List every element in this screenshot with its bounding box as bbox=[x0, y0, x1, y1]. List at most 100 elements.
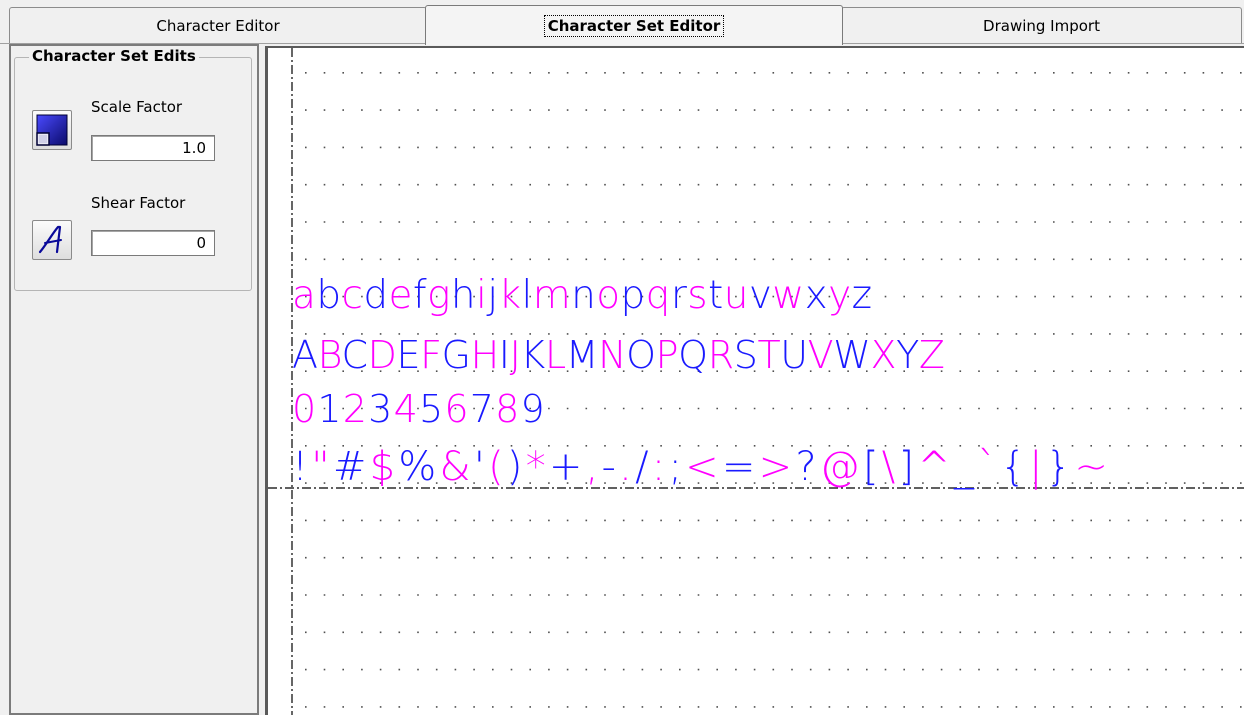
glyph: I bbox=[499, 333, 510, 377]
glyph: x bbox=[805, 273, 828, 318]
character-rows: abcdefghijklmnopqrstuvwxyz ABCDEFGHIJKLMN… bbox=[292, 273, 1111, 490]
character-set-edits-group: Character Set Edits Scale Factor 1.0 She… bbox=[14, 47, 252, 291]
glyph: | bbox=[1029, 444, 1046, 490]
glyph: A bbox=[292, 333, 318, 377]
glyph: L bbox=[545, 333, 566, 377]
glyph: . bbox=[619, 444, 635, 490]
glyph: f bbox=[413, 273, 427, 318]
left-panel: Character Set Edits Scale Factor 1.0 She… bbox=[9, 44, 259, 715]
glyph: C bbox=[341, 333, 367, 377]
glyph: v bbox=[749, 273, 772, 318]
glyph: - bbox=[602, 444, 620, 490]
glyph: # bbox=[333, 444, 370, 490]
scale-icon bbox=[36, 114, 68, 146]
scale-factor-input[interactable] bbox=[91, 135, 215, 161]
glyph: 9 bbox=[521, 387, 546, 431]
glyph: 8 bbox=[495, 387, 520, 431]
glyph: s bbox=[687, 273, 708, 318]
scale-button[interactable] bbox=[32, 110, 72, 150]
shear-button[interactable] bbox=[32, 220, 72, 260]
tab-bar: Character Editor Drawing Import Characte… bbox=[0, 0, 1244, 45]
glyph: > bbox=[759, 444, 796, 490]
glyph: 4 bbox=[394, 387, 419, 431]
glyph: X bbox=[870, 333, 896, 377]
glyph: $ bbox=[370, 444, 399, 490]
glyph: / bbox=[635, 444, 652, 490]
glyph: 5 bbox=[419, 387, 444, 431]
glyph: ( bbox=[488, 444, 507, 490]
glyph: c bbox=[341, 273, 363, 318]
glyph: * bbox=[526, 444, 549, 490]
glyph: Z bbox=[919, 333, 945, 377]
shear-factor-label: Shear Factor bbox=[91, 194, 186, 212]
scale-factor-label: Scale Factor bbox=[91, 98, 183, 116]
glyph: E bbox=[396, 333, 420, 377]
glyph: @ bbox=[820, 444, 863, 490]
glyph: ~ bbox=[1074, 444, 1111, 490]
glyph: J bbox=[510, 333, 521, 377]
glyph: t bbox=[708, 273, 724, 318]
glyph: Q bbox=[678, 333, 708, 377]
glyph: ? bbox=[795, 444, 819, 490]
glyph: ; bbox=[668, 444, 685, 490]
glyph: D bbox=[368, 333, 397, 377]
glyph: e bbox=[388, 273, 412, 318]
glyph: \ bbox=[882, 444, 899, 490]
glyph: ^ bbox=[917, 444, 954, 490]
glyph: S bbox=[734, 333, 758, 377]
glyph: H bbox=[471, 333, 499, 377]
glyph: N bbox=[598, 333, 626, 377]
glyph: W bbox=[833, 333, 870, 377]
tab-drawing-import[interactable]: Drawing Import bbox=[841, 7, 1242, 43]
shear-italic-icon bbox=[38, 225, 62, 254]
glyph: 3 bbox=[368, 387, 393, 431]
glyph: ) bbox=[507, 444, 526, 490]
glyph: 1 bbox=[317, 387, 342, 431]
character-set-canvas[interactable]: abcdefghijklmnopqrstuvwxyz ABCDEFGHIJKLMN… bbox=[265, 46, 1244, 715]
glyph: V bbox=[808, 333, 834, 377]
tab-label: Drawing Import bbox=[983, 16, 1100, 35]
glyph: } bbox=[1046, 444, 1075, 490]
glyph: & bbox=[439, 444, 473, 490]
glyph: q bbox=[646, 273, 671, 318]
glyph: K bbox=[520, 333, 545, 377]
shear-factor-input[interactable] bbox=[91, 230, 215, 256]
glyph: U bbox=[780, 333, 807, 377]
glyph: n bbox=[571, 273, 596, 318]
glyph: k bbox=[498, 273, 521, 318]
glyph: l bbox=[521, 273, 532, 318]
tab-label: Character Editor bbox=[156, 16, 280, 35]
glyph: a bbox=[292, 273, 316, 318]
glyph: 7 bbox=[470, 387, 495, 431]
glyph: T bbox=[757, 333, 780, 377]
character-row-1: abcdefghijklmnopqrstuvwxyz bbox=[292, 273, 872, 318]
glyph: z bbox=[852, 273, 873, 318]
glyph: w bbox=[772, 273, 804, 318]
glyph: ] bbox=[898, 444, 917, 490]
glyph: p bbox=[621, 273, 646, 318]
tab-label: Character Set Editor bbox=[543, 14, 725, 37]
glyph: , bbox=[586, 444, 602, 490]
character-row-4: !"#$%&'()*+,-./:;<=>?@[\]^_`{|}~ bbox=[292, 444, 1111, 490]
glyph: _ bbox=[953, 444, 977, 490]
tab-character-editor[interactable]: Character Editor bbox=[9, 7, 427, 43]
character-row-2: ABCDEFGHIJKLMNOPQRSTUVWXYZ bbox=[292, 333, 945, 377]
glyph: ! bbox=[292, 444, 311, 490]
glyph: h bbox=[451, 273, 476, 318]
glyph: < bbox=[685, 444, 722, 490]
glyph: g bbox=[427, 273, 451, 318]
glyph: 0 bbox=[292, 387, 317, 431]
glyph: i bbox=[476, 273, 487, 318]
tab-character-set-editor[interactable]: Character Set Editor bbox=[425, 5, 843, 45]
glyph: = bbox=[722, 444, 759, 490]
glyph: 2 bbox=[343, 387, 368, 431]
glyph: 6 bbox=[444, 387, 469, 431]
glyph: O bbox=[626, 333, 656, 377]
glyph: r bbox=[671, 273, 687, 318]
character-row-3: 0123456789 bbox=[292, 387, 546, 431]
glyph: G bbox=[442, 333, 471, 377]
glyph: " bbox=[311, 444, 333, 490]
glyph: + bbox=[549, 444, 586, 490]
glyph: % bbox=[398, 444, 439, 490]
glyph: B bbox=[318, 333, 342, 377]
